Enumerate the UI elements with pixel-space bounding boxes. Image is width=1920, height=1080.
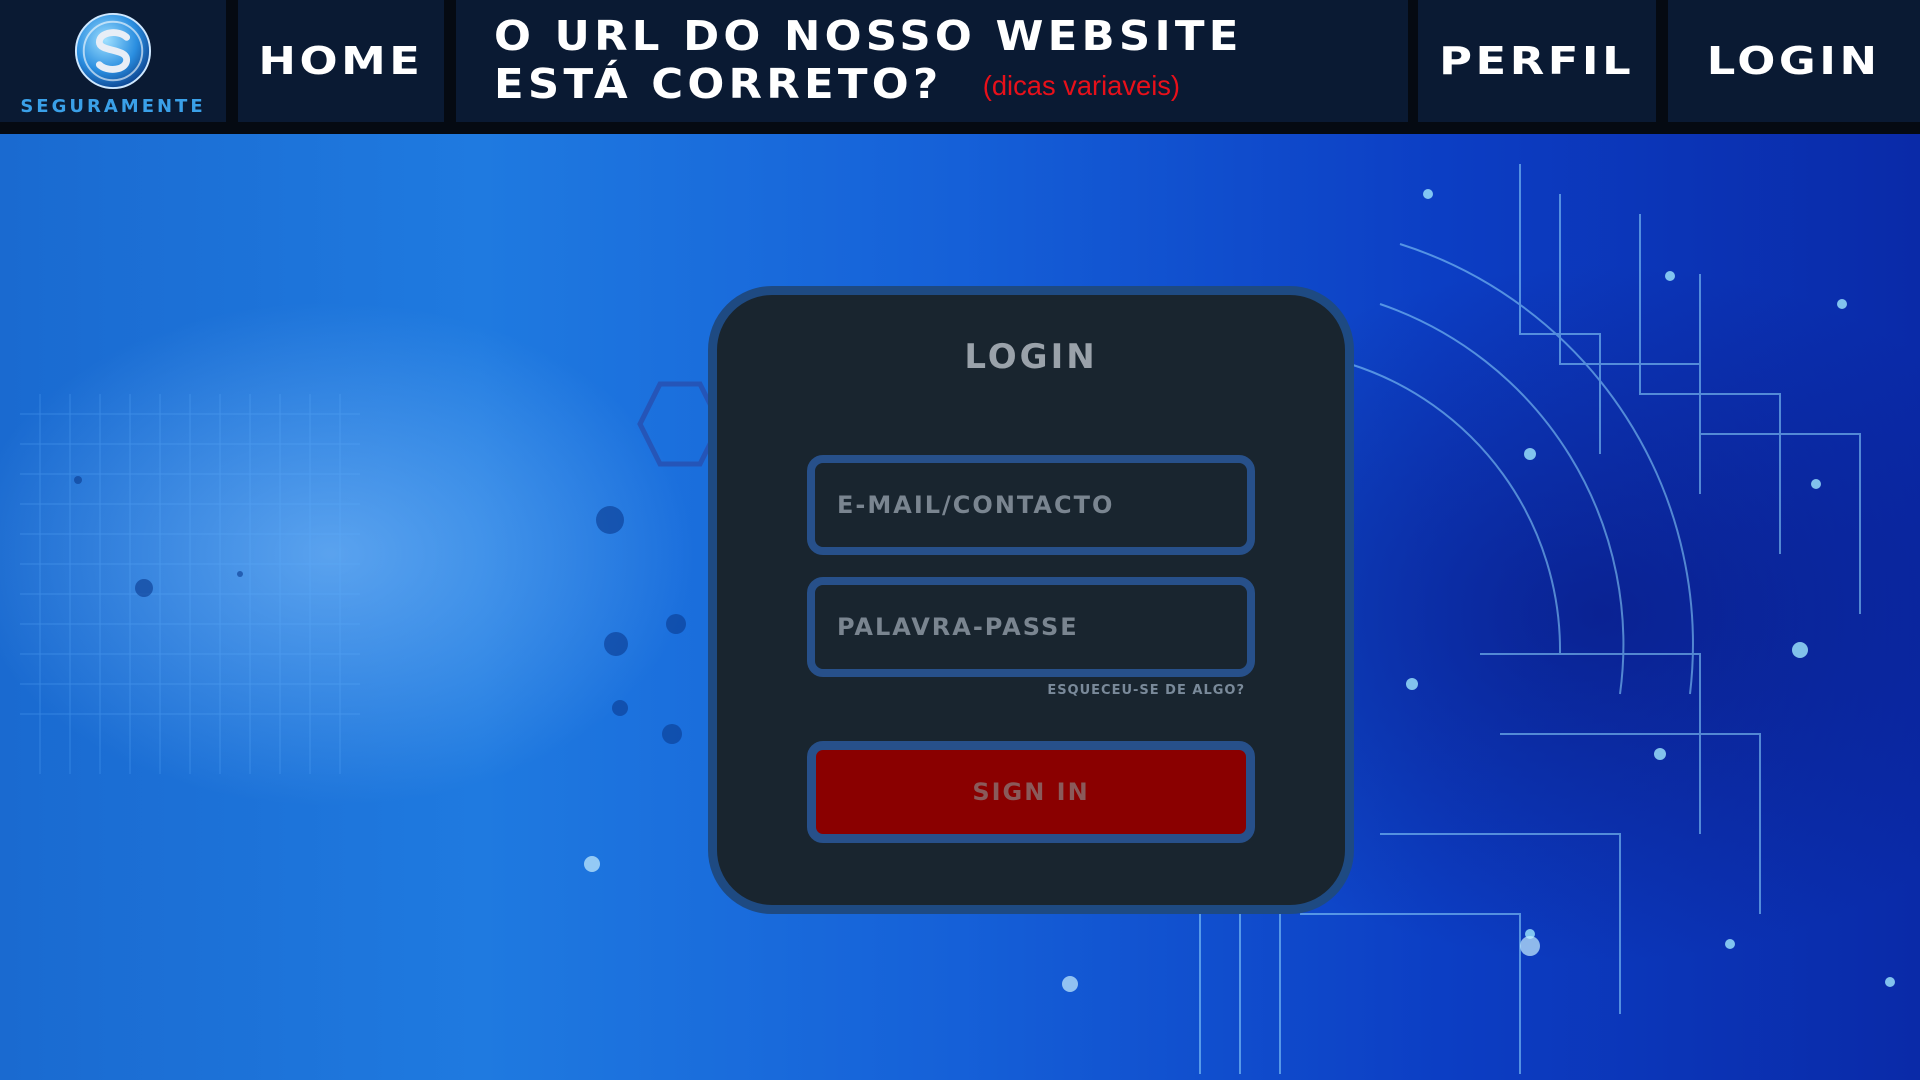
nav-login[interactable]: LOGIN — [1668, 0, 1920, 122]
brand-name: SEGURAMENTE — [20, 96, 206, 117]
cyber-circuit-background: LOGIN E-MAIL/CONTACTO PALAVRA-PASSE ESQU… — [0, 134, 1920, 1080]
nav-login-label: LOGIN — [1707, 39, 1881, 83]
sign-in-button[interactable]: SIGN IN — [807, 741, 1255, 843]
password-placeholder: PALAVRA-PASSE — [837, 613, 1079, 641]
url-question-line-2: ESTÁ CORRETO? (dicas variaveis) — [494, 60, 1243, 110]
brand-logo[interactable]: SEGURAMENTE — [0, 0, 226, 122]
variable-hints-label: (dicas variaveis) — [982, 70, 1181, 101]
login-card: LOGIN E-MAIL/CONTACTO PALAVRA-PASSE ESQU… — [708, 286, 1354, 914]
shield-s-logo-icon — [74, 12, 152, 90]
sign-in-label: SIGN IN — [972, 778, 1090, 806]
url-question-line-2-text: ESTÁ CORRETO? — [494, 60, 943, 108]
url-question-line-1: O URL DO NOSSO WEBSITE — [494, 12, 1243, 60]
nav-home[interactable]: HOME — [238, 0, 444, 122]
forgot-link[interactable]: ESQUECEU-SE DE ALGO? — [1047, 683, 1245, 698]
email-contact-field[interactable]: E-MAIL/CONTACTO — [807, 455, 1255, 555]
nav-perfil-label: PERFIL — [1439, 39, 1635, 83]
password-field[interactable]: PALAVRA-PASSE — [807, 577, 1255, 677]
top-navigation-bar: SEGURAMENTE HOME O URL DO NOSSO WEBSITE … — [0, 0, 1920, 134]
nav-home-label: HOME — [258, 39, 424, 83]
login-title: LOGIN — [964, 337, 1098, 377]
url-check-banner: O URL DO NOSSO WEBSITE ESTÁ CORRETO? (dic… — [456, 0, 1408, 122]
nav-perfil[interactable]: PERFIL — [1418, 0, 1656, 122]
email-contact-placeholder: E-MAIL/CONTACTO — [837, 491, 1115, 519]
url-question: O URL DO NOSSO WEBSITE ESTÁ CORRETO? (dic… — [494, 12, 1243, 110]
